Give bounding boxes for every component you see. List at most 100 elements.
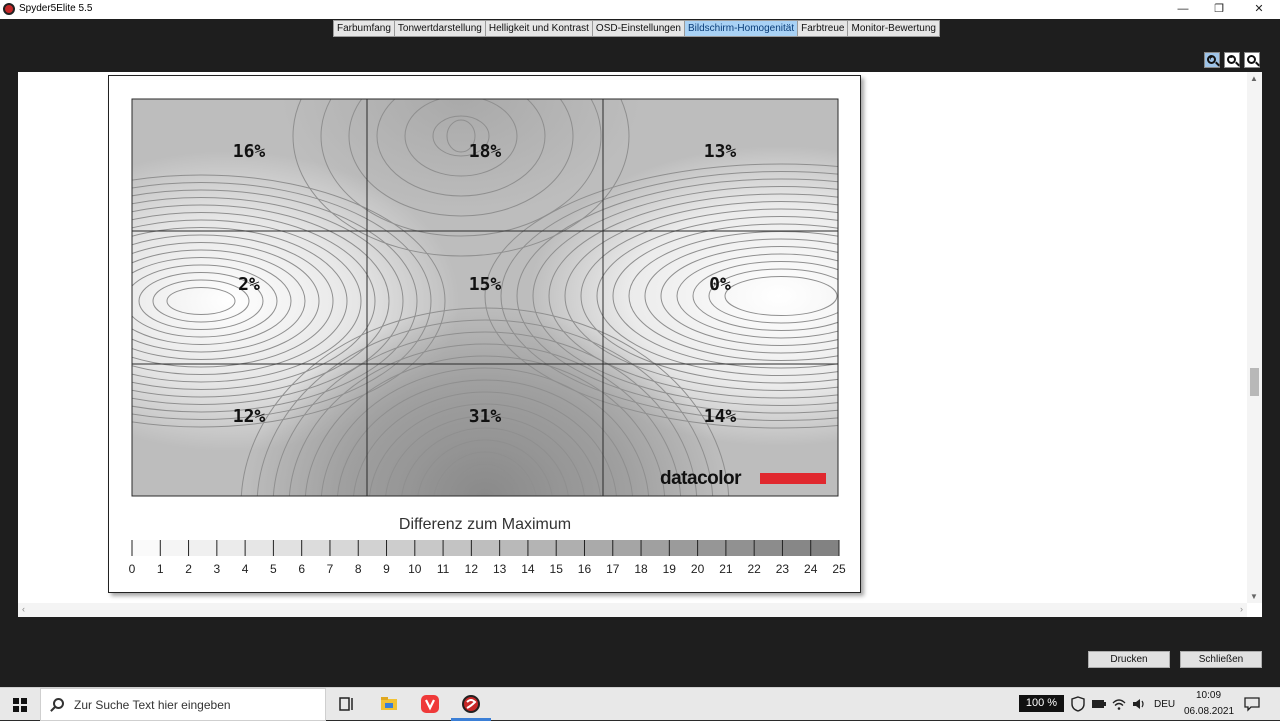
legend-tick-label: 11 [437, 562, 450, 576]
restore-button[interactable]: ❐ [1199, 0, 1239, 19]
legend-title: Differenz zum Maximum [399, 516, 571, 533]
display-zoom-indicator[interactable]: 100 % [1019, 695, 1064, 712]
cell-value-bottom-right: 14% [704, 406, 737, 427]
legend-swatch [725, 540, 755, 556]
legend-tick-label: 6 [298, 562, 305, 576]
legend-swatch [612, 540, 642, 556]
legend-tick-label: 10 [408, 562, 422, 576]
tab-monitor-bewertung[interactable]: Monitor-Bewertung [848, 21, 939, 36]
tab-farbumfang[interactable]: Farbumfang [334, 21, 395, 36]
task-view-icon[interactable] [337, 694, 357, 714]
cell-value-top-left: 16% [233, 141, 266, 162]
legend-tick-label: 16 [578, 562, 592, 576]
legend-tick-label: 20 [691, 562, 705, 576]
vertical-scrollbar[interactable]: ▲ ▼ [1247, 72, 1262, 603]
legend-swatch [273, 540, 302, 556]
scroll-down-icon[interactable]: ▼ [1250, 592, 1258, 601]
legend-swatch [443, 540, 472, 556]
wifi-icon[interactable] [1110, 695, 1128, 713]
cell-value-bottom-left: 12% [233, 406, 266, 427]
notification-center-icon[interactable] [1243, 695, 1261, 713]
legend-swatch [527, 540, 557, 556]
legend-swatch [358, 540, 387, 556]
cell-value-top-right: 13% [704, 141, 737, 162]
clock-date[interactable]: 06.08.2021 [1184, 706, 1234, 717]
legend-tick-label: 21 [719, 562, 733, 576]
legend-tick-label: 17 [606, 562, 620, 576]
report-tabs: Farbumfang Tonwertdarstellung Helligkeit… [333, 20, 940, 37]
search-placeholder: Zur Suche Text hier eingeben [74, 698, 231, 712]
tab-osd-einstellungen[interactable]: OSD-Einstellungen [592, 21, 685, 36]
legend-tick-label: 5 [270, 562, 277, 576]
legend-tick-label: 22 [747, 562, 761, 576]
zoom-in-icon[interactable]: + [1204, 52, 1220, 68]
cell-value-bottom-center: 31% [469, 406, 502, 427]
close-button[interactable]: Schließen [1180, 651, 1262, 668]
tab-bildschirm-homogenitaet[interactable]: Bildschirm-Homogenität [684, 21, 799, 36]
legend-tick-label: 3 [213, 562, 220, 576]
taskbar-search-box[interactable]: Zur Suche Text hier eingeben [40, 688, 326, 721]
legend-tick-label: 4 [242, 562, 249, 576]
legend-tick-label: 25 [832, 562, 846, 576]
legend-swatch [160, 540, 189, 556]
vivaldi-browser-icon[interactable] [420, 694, 440, 714]
vertical-scroll-thumb[interactable] [1250, 368, 1259, 396]
scroll-left-icon[interactable]: ‹ [22, 604, 25, 614]
legend-tick-label: 7 [327, 562, 334, 576]
legend-swatch [641, 540, 670, 556]
spyder-app-icon [3, 3, 15, 15]
app-window: Farbumfang Tonwertdarstellung Helligkeit… [0, 19, 1280, 687]
legend-swatch [329, 540, 359, 556]
cell-value-middle-right: 0% [709, 274, 731, 295]
legend-tick-label: 14 [521, 562, 535, 576]
legend-tick-label: 15 [550, 562, 564, 576]
legend-swatch [782, 540, 811, 556]
battery-icon[interactable] [1090, 695, 1108, 713]
scroll-right-icon[interactable]: › [1240, 604, 1243, 614]
search-icon [53, 698, 64, 709]
cell-value-top-center: 18% [469, 141, 502, 162]
legend-swatch [188, 540, 217, 556]
legend-swatch [471, 540, 500, 556]
legend-swatch [556, 540, 585, 556]
legend-tick-label: 12 [465, 562, 479, 576]
clock-time[interactable]: 10:09 [1196, 690, 1221, 701]
legend-swatch [245, 540, 274, 556]
tab-helligkeit-kontrast[interactable]: Helligkeit und Kontrast [485, 21, 593, 36]
file-explorer-icon[interactable] [379, 694, 399, 714]
homogeneity-map: 16% 18% 13% 2% 15% 0% 12% 31% 14% dataco… [129, 98, 846, 576]
legend-swatch [697, 540, 726, 556]
print-button[interactable]: Drucken [1088, 651, 1170, 668]
legend-swatch [216, 540, 246, 556]
zoom-reset-icon[interactable] [1244, 52, 1260, 68]
legend-swatch [584, 540, 613, 556]
legend-swatch [301, 540, 330, 556]
title-bar: Spyder5Elite 5.5 — ❐ ✕ [0, 0, 1280, 19]
spyder-taskbar-icon[interactable] [461, 694, 481, 714]
taskbar: Zur Suche Text hier eingeben DEU 10:09 0… [0, 687, 1280, 721]
minimize-button[interactable]: — [1163, 0, 1203, 19]
tab-farbtreue[interactable]: Farbtreue [798, 21, 849, 36]
legend-tick-label: 18 [634, 562, 648, 576]
cell-value-middle-center: 15% [469, 274, 502, 295]
legend-tick-label: 8 [355, 562, 362, 576]
tab-tonwertdarstellung[interactable]: Tonwertdarstellung [394, 21, 486, 36]
scroll-up-icon[interactable]: ▲ [1250, 74, 1258, 83]
input-language[interactable]: DEU [1154, 699, 1175, 710]
defender-shield-icon[interactable] [1069, 695, 1087, 713]
report-viewport: 16% 18% 13% 2% 15% 0% 12% 31% 14% dataco… [18, 72, 1262, 617]
legend-tick-label: 2 [185, 562, 192, 576]
zoom-out-icon[interactable]: − [1224, 52, 1240, 68]
window-title: Spyder5Elite 5.5 [19, 3, 93, 14]
svg-text:datacolor: datacolor [660, 468, 742, 489]
horizontal-scrollbar[interactable]: ‹ › [18, 603, 1247, 617]
speaker-icon[interactable] [1130, 695, 1148, 713]
legend-tick-label: 13 [493, 562, 507, 576]
close-window-button[interactable]: ✕ [1239, 0, 1279, 19]
legend-tick-label: 24 [804, 562, 818, 576]
legend-swatch [132, 540, 161, 556]
legend-swatch [669, 540, 698, 556]
legend-swatch [414, 540, 444, 556]
windows-start-icon[interactable] [13, 698, 27, 712]
legend-scale: 0 1 2 3 4 5 6 7 8 9 10 11 12 13 14 15 16 17 18 19 20 21 22 23 24… [129, 540, 846, 576]
